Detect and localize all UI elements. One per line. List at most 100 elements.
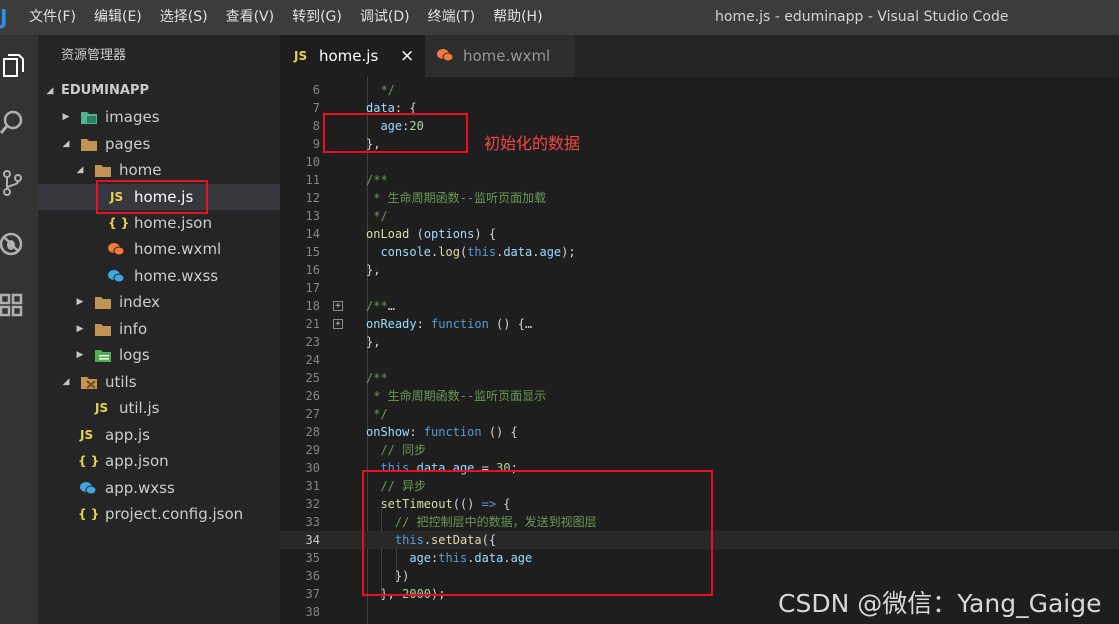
- tree-item-app-json[interactable]: { } app.json: [38, 448, 280, 474]
- code-token: …: [387, 299, 395, 313]
- menu-edit[interactable]: 编辑(E): [85, 0, 151, 35]
- tree-item-app-js[interactable]: JS app.js: [38, 422, 280, 448]
- code-text: },: [366, 333, 380, 351]
- code-line[interactable]: 23},: [280, 333, 1119, 351]
- folder-icon: [95, 297, 111, 309]
- code-line[interactable]: 21 + onReady: function () {…: [280, 315, 1119, 333]
- tree-item-util-js[interactable]: JS util.js: [38, 395, 280, 421]
- line-number: 15: [305, 245, 320, 259]
- code-line[interactable]: 10: [280, 153, 1119, 171]
- code-line[interactable]: 15 console.log(this.data.age);: [280, 243, 1119, 261]
- tab-home-js[interactable]: JS home.js ×: [280, 35, 425, 77]
- code-line[interactable]: 25 /**: [280, 369, 1119, 387]
- chevron-right-icon: ▶: [76, 350, 84, 360]
- wechat-file-icon: [108, 243, 124, 256]
- code-token: console: [380, 245, 432, 259]
- menu-view[interactable]: 查看(V): [217, 0, 284, 35]
- tab-home-wxml[interactable]: home.wxml: [425, 35, 575, 77]
- code-token: data: [503, 245, 533, 259]
- code-line[interactable]: 28 onShow: function () {: [280, 423, 1119, 441]
- vscode-logo-icon: J: [0, 5, 8, 29]
- folder-icon: [81, 139, 97, 151]
- workspace-root[interactable]: ◢ EDUMINAPP: [38, 78, 280, 104]
- code-token: /**: [366, 299, 388, 313]
- fold-expand-icon[interactable]: +: [333, 319, 343, 329]
- code-line[interactable]: 26 * 生命周期函数--监听页面显示: [280, 387, 1119, 405]
- menu-file[interactable]: 文件(F): [20, 0, 85, 35]
- code-token: */: [366, 209, 388, 223]
- tree-item-info[interactable]: ▶ info: [38, 316, 280, 342]
- menu-selection[interactable]: 选择(S): [151, 0, 217, 35]
- tree-item-app-wxss[interactable]: app.wxss: [38, 475, 280, 501]
- menu-debug[interactable]: 调试(D): [351, 0, 419, 35]
- code-token: */: [366, 407, 388, 421]
- menu-bar: 文件(F) 编辑(E) 选择(S) 查看(V) 转到(G) 调试(D) 终端(T…: [20, 0, 552, 35]
- code-token: },: [366, 335, 381, 349]
- activity-bar: [0, 35, 38, 624]
- source-control-icon[interactable]: [0, 169, 24, 197]
- code-token: // 同步: [380, 443, 427, 457]
- code-line[interactable]: 27 */: [280, 405, 1119, 423]
- images-folder-icon: [81, 112, 97, 124]
- code-token: function: [423, 425, 482, 439]
- search-icon[interactable]: [0, 109, 24, 137]
- js-file-icon: JS: [294, 49, 308, 63]
- code-token: * 生命周期函数--监听页面显示: [366, 389, 547, 403]
- tree-item-pages[interactable]: ◢ pages: [38, 131, 280, 157]
- tree-item-index[interactable]: ▶ index: [38, 289, 280, 315]
- menu-help[interactable]: 帮助(H): [484, 0, 551, 35]
- chevron-right-icon: ▶: [76, 324, 84, 334]
- window-title: home.js - eduminapp - Visual Studio Code: [715, 9, 1009, 25]
- code-token: this: [467, 245, 497, 259]
- code-line[interactable]: 17: [280, 279, 1119, 297]
- tree-item-home-wxss[interactable]: home.wxss: [38, 263, 280, 289]
- debug-icon[interactable]: [0, 230, 24, 258]
- line-number: 8: [312, 119, 320, 133]
- code-text: */: [366, 405, 388, 423]
- code-line[interactable]: 16},: [280, 261, 1119, 279]
- tree-item-images[interactable]: ▶ images: [38, 104, 280, 130]
- chevron-down-icon: ◢: [76, 165, 84, 175]
- line-number: 35: [305, 551, 320, 565]
- highlight-box-settimeout: [362, 470, 713, 596]
- code-line[interactable]: 12 * 生命周期函数--监听页面加载: [280, 189, 1119, 207]
- close-icon[interactable]: ×: [400, 35, 414, 77]
- line-number: 9: [312, 137, 320, 151]
- line-number: 12: [305, 191, 320, 205]
- chevron-down-icon: ◢: [62, 377, 70, 387]
- code-token: (: [409, 227, 424, 241]
- tree-item-logs[interactable]: ▶ logs: [38, 342, 280, 368]
- menu-terminal[interactable]: 终端(T): [419, 0, 484, 35]
- line-number: 23: [305, 335, 320, 349]
- tree-item-home-wxml[interactable]: home.wxml: [38, 236, 280, 262]
- code-token: () {: [481, 425, 518, 439]
- extensions-icon[interactable]: [0, 291, 24, 319]
- folder-icon: [95, 165, 111, 177]
- line-number: 30: [305, 461, 320, 475]
- logs-folder-icon: [95, 350, 111, 362]
- annotation-initial-data: 初始化的数据: [484, 134, 581, 153]
- code-line[interactable]: 14 onLoad (options) {: [280, 225, 1119, 243]
- code-token: :: [416, 317, 432, 331]
- code-text: /**: [366, 369, 388, 387]
- code-line[interactable]: 13 */: [280, 207, 1119, 225]
- code-line[interactable]: 18 + /**…: [280, 297, 1119, 315]
- code-token: age: [539, 245, 562, 259]
- fold-expand-icon[interactable]: +: [333, 301, 343, 311]
- tree-item-utils[interactable]: ◢ utils: [38, 369, 280, 395]
- code-line[interactable]: 6 */: [280, 81, 1119, 99]
- tree-item-project-config-json[interactable]: { } project.config.json: [38, 501, 280, 527]
- line-number: 34: [305, 533, 320, 547]
- code-line[interactable]: 11 /**: [280, 171, 1119, 189]
- code-line[interactable]: 29 // 同步: [280, 441, 1119, 459]
- code-token: * 生命周期函数--监听页面加载: [366, 191, 547, 205]
- explorer-icon[interactable]: [0, 52, 24, 80]
- code-token: onReady: [366, 317, 417, 331]
- line-number: 13: [305, 209, 320, 223]
- line-number: 17: [305, 281, 320, 295]
- code-line[interactable]: 24: [280, 351, 1119, 369]
- code-token: );: [561, 245, 576, 259]
- line-number: 28: [305, 425, 320, 439]
- menu-go[interactable]: 转到(G): [283, 0, 351, 35]
- line-number: 18: [305, 299, 320, 313]
